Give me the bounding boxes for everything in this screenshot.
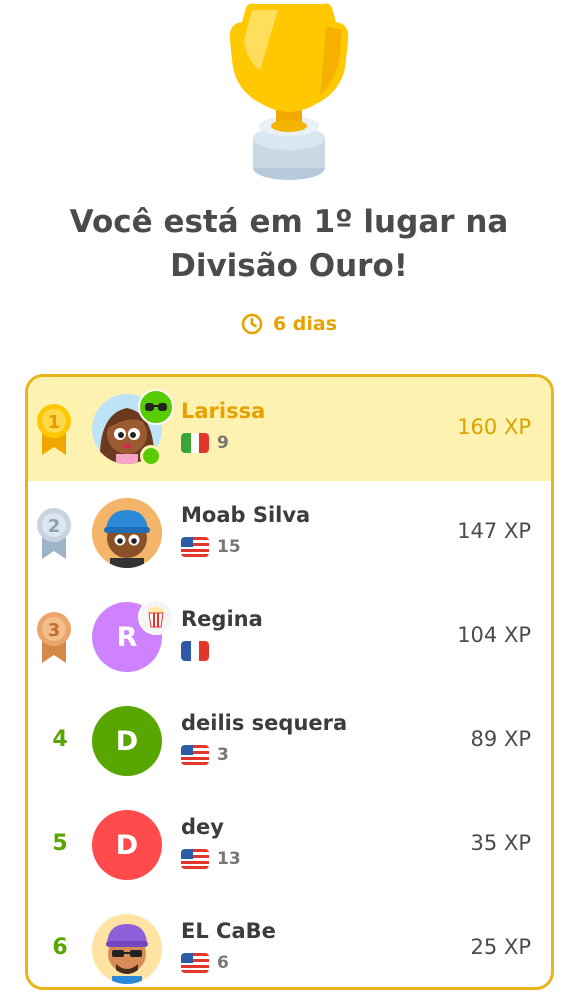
streak-count: 13 xyxy=(217,849,241,869)
leaderboard-row-deilis-sequera[interactable]: 4 D deilis sequera 3 89 XP xyxy=(28,689,551,793)
italy-flag-icon xyxy=(181,433,209,453)
player-meta xyxy=(181,641,217,661)
page-title: Você está em 1º lugar na Divisão Ouro! xyxy=(69,204,509,284)
time-remaining-label: 6 dias xyxy=(272,313,338,335)
avatar-initial: D xyxy=(115,829,139,861)
player-name: Moab Silva xyxy=(181,503,311,527)
player-meta: 6 xyxy=(181,953,229,973)
streak-count: 9 xyxy=(217,433,229,453)
clock-icon xyxy=(241,313,263,335)
xp-value: 35 XP xyxy=(470,831,531,855)
avatar-initial: D xyxy=(115,725,139,757)
avatar-dey[interactable]: D xyxy=(92,810,162,880)
gold-medal-icon: 1 xyxy=(37,404,71,455)
us-flag-icon xyxy=(181,537,209,557)
player-name: Regina xyxy=(181,607,263,631)
xp-value: 147 XP xyxy=(457,519,531,543)
rank-number-1: 1 xyxy=(48,412,61,433)
rank-number: 5 xyxy=(52,831,68,856)
xp-value: 89 XP xyxy=(470,727,531,751)
us-flag-icon xyxy=(181,745,209,765)
us-flag-icon xyxy=(181,849,209,869)
online-status-indicator xyxy=(140,445,162,467)
player-name: dey xyxy=(181,815,224,839)
avatar-moab-silva[interactable] xyxy=(92,498,162,568)
player-name: deilis sequera xyxy=(181,711,348,735)
player-meta: 9 xyxy=(181,433,229,453)
leaderboard-row-regina[interactable]: 3 R Regina 104 XP xyxy=(28,585,551,689)
leaderboard-card: 1 Larissa 9 160 XP 2 Moab Silva 15 147 X… xyxy=(25,374,554,990)
rank-number-2: 2 xyxy=(48,516,61,537)
rank-number: 6 xyxy=(52,935,68,960)
avatar-el-cabe[interactable] xyxy=(92,914,162,984)
player-meta: 13 xyxy=(181,849,241,869)
sunglasses-badge-icon xyxy=(138,389,174,425)
xp-value: 25 XP xyxy=(470,935,531,959)
france-flag-icon xyxy=(181,641,209,661)
leaderboard-row-dey[interactable]: 5 D dey 13 35 XP xyxy=(28,793,551,897)
time-remaining: 6 dias xyxy=(0,309,578,339)
popcorn-badge-icon xyxy=(138,599,174,635)
trophy-illustration xyxy=(0,0,578,190)
rank-number: 4 xyxy=(52,727,68,752)
avatar-deilis-sequera[interactable]: D xyxy=(92,706,162,776)
player-meta: 3 xyxy=(181,745,229,765)
leaderboard-row-el-cabe[interactable]: 6 EL CaBe 6 25 XP xyxy=(28,897,551,987)
player-name: Larissa xyxy=(181,399,266,423)
leaderboard-row-larissa[interactable]: 1 Larissa 9 160 XP xyxy=(28,377,551,481)
leaderboard-row-moab-silva[interactable]: 2 Moab Silva 15 147 XP xyxy=(28,481,551,585)
silver-medal-icon: 2 xyxy=(37,508,71,559)
streak-count: 6 xyxy=(217,953,229,973)
player-name: EL CaBe xyxy=(181,919,276,943)
streak-count: 3 xyxy=(217,745,229,765)
avatar-initial: R xyxy=(116,621,138,653)
avatar-illustration xyxy=(92,914,162,984)
xp-value: 104 XP xyxy=(457,623,531,647)
avatar-illustration xyxy=(92,498,162,568)
streak-count: 15 xyxy=(217,537,241,557)
bronze-medal-icon: 3 xyxy=(37,612,71,663)
us-flag-icon xyxy=(181,953,209,973)
player-meta: 15 xyxy=(181,537,241,557)
rank-number-3: 3 xyxy=(48,620,61,641)
xp-value: 160 XP xyxy=(457,415,531,439)
